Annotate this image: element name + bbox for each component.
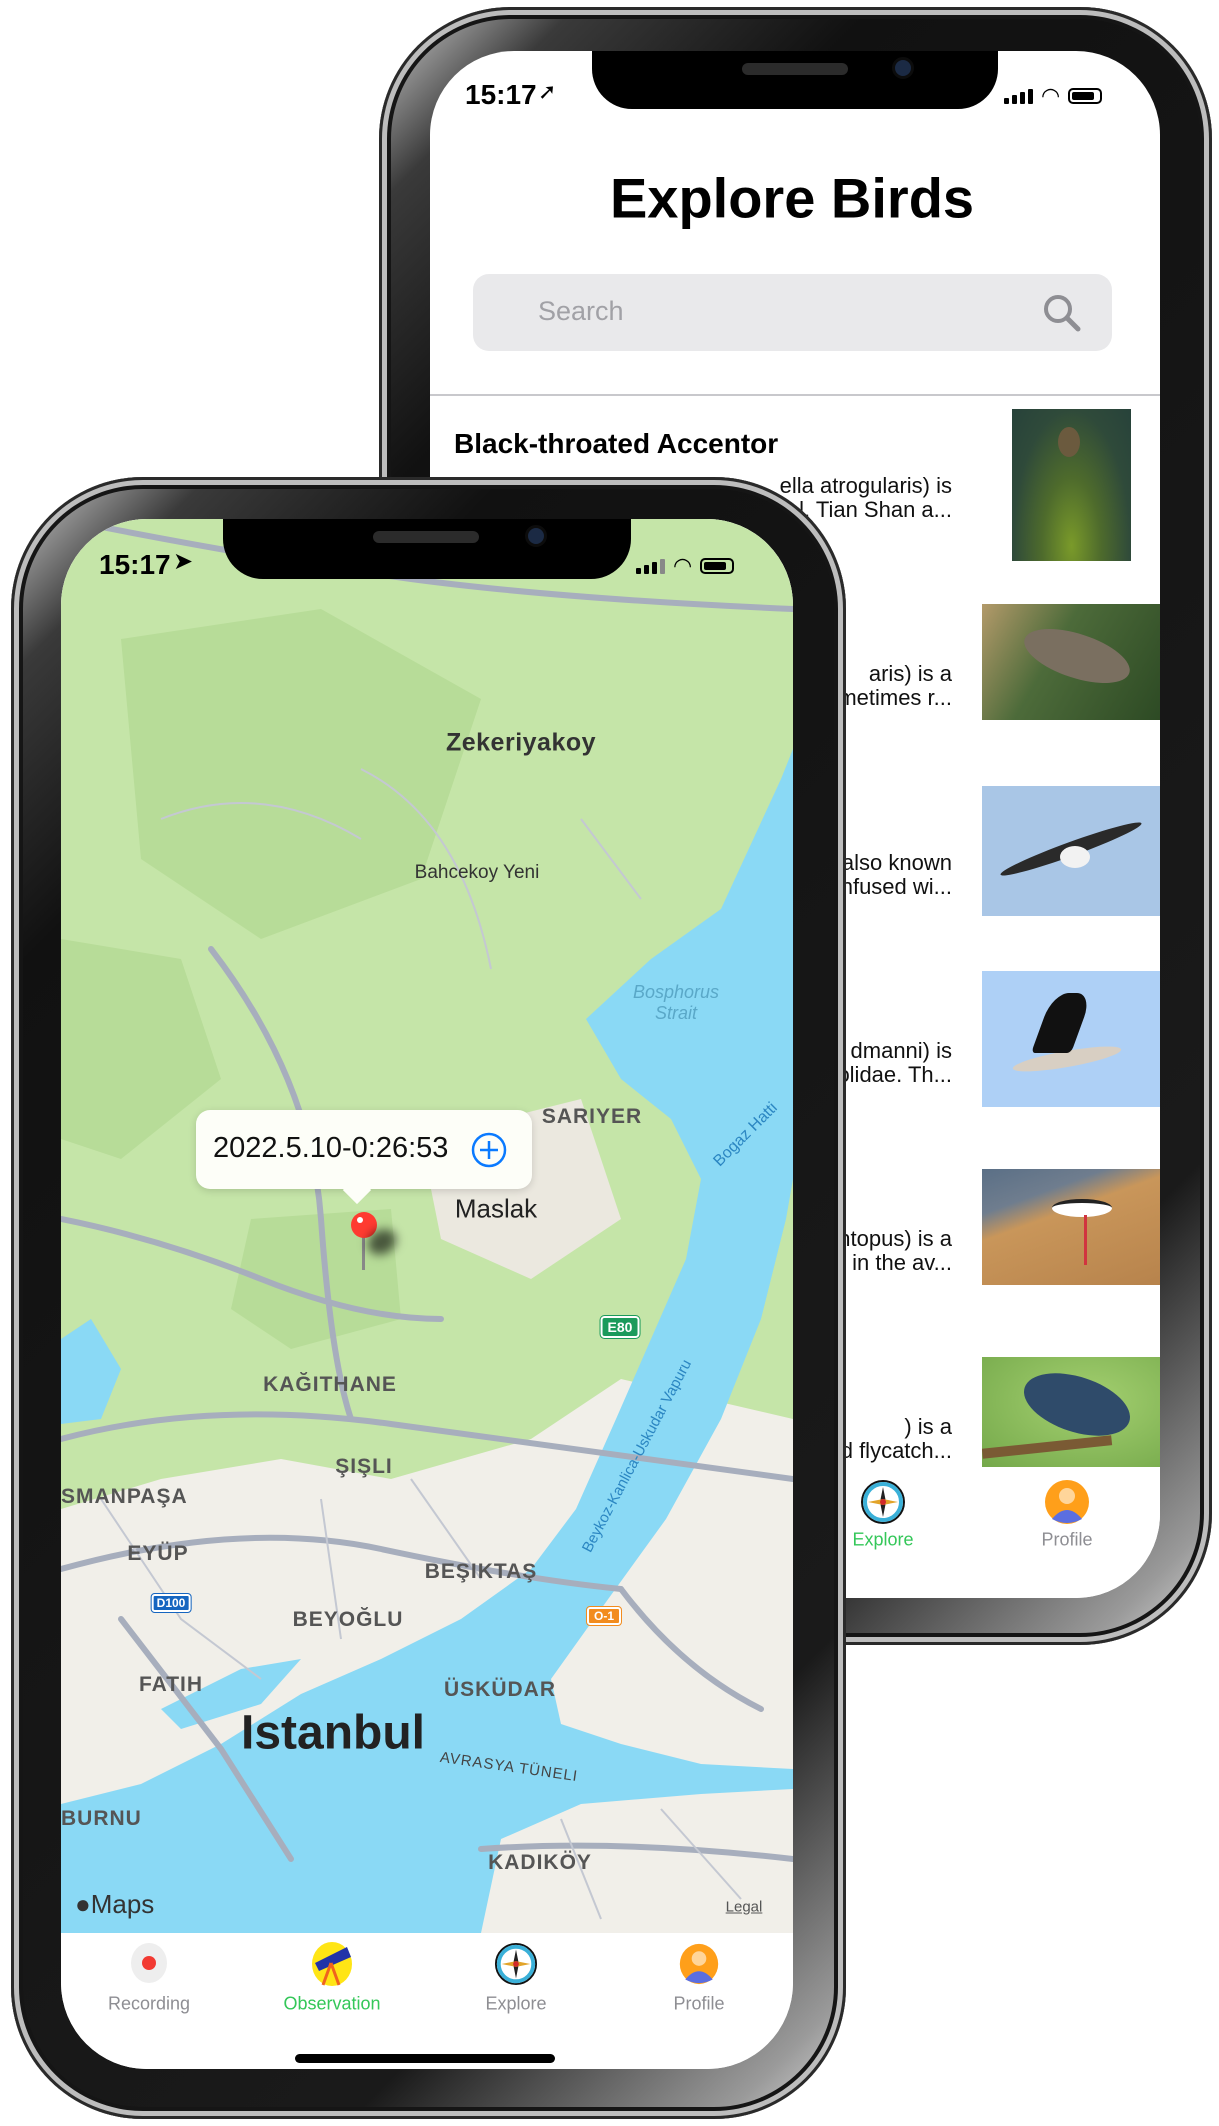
- bird-desc[interactable]: also known nfused wi...: [841, 851, 952, 899]
- tab-label: Explore: [485, 1993, 547, 2014]
- battery-icon: [700, 558, 735, 574]
- tab-label: Recording: [107, 1993, 191, 2014]
- status-icons: ◠: [636, 553, 735, 578]
- search-placeholder: Search: [538, 296, 624, 326]
- battery-icon: [1068, 88, 1103, 104]
- bird-desc-line: metimes r...: [838, 685, 952, 710]
- map-label-osmanpasa: SMANPAŞA: [61, 1485, 188, 1508]
- wifi-icon: ◠: [673, 553, 693, 578]
- map-label-bosphorus: Bosphorus Strait: [633, 982, 719, 1024]
- tab-observation[interactable]: Observation: [272, 1933, 392, 2033]
- bird-photo[interactable]: [982, 786, 1160, 916]
- signal-icon: [636, 558, 665, 574]
- telescope-icon: [312, 1942, 352, 1986]
- bird-desc-line: ntopus) is a: [838, 1226, 952, 1251]
- shield-o1: O-1: [585, 1606, 623, 1626]
- tab-label: Explore: [852, 1529, 914, 1550]
- bird-photo[interactable]: [982, 971, 1160, 1107]
- map-label-burnu: BURNU: [61, 1807, 142, 1830]
- shield-e80: E80: [599, 1315, 641, 1339]
- bird-photo[interactable]: [982, 604, 1160, 720]
- status-time: 15:17: [99, 549, 171, 580]
- profile-icon: [1045, 1480, 1089, 1524]
- map-label-uskudar: ÜSKÜDAR: [444, 1678, 556, 1701]
- tab-profile[interactable]: Profile: [1007, 1471, 1127, 1581]
- map-label-besiktas: BEŞIKTAŞ: [424, 1560, 538, 1583]
- bird-desc-line: ) is a: [904, 1414, 952, 1439]
- search-input[interactable]: Search: [473, 274, 1112, 351]
- map-label-zekeriyakoy: Zekeriyakoy: [445, 728, 597, 757]
- notch: [592, 51, 998, 109]
- tab-label: Profile: [1041, 1529, 1093, 1550]
- bird-desc-line: aris) is a: [868, 661, 952, 686]
- apple-logo-icon: ●: [75, 1889, 91, 1919]
- compass-icon: [861, 1480, 905, 1524]
- map-label-bahcekoy: Bahcekoy Yeni: [414, 862, 540, 883]
- bird-desc-line: also known: [841, 850, 952, 875]
- location-arrow-icon: ➤: [173, 548, 194, 575]
- legal-link[interactable]: Legal: [726, 1899, 763, 1916]
- map-label-sariyer: SARIYER: [541, 1105, 643, 1128]
- bird-desc-line: nfused wi...: [840, 874, 952, 899]
- divider: [430, 394, 1160, 396]
- map-label-sisli: ŞIŞLI: [335, 1455, 393, 1478]
- map-label-eyup: EYÜP: [127, 1542, 189, 1565]
- bird-desc[interactable]: ) is ad flycatch...: [841, 1415, 952, 1463]
- bird-photo[interactable]: [982, 1357, 1160, 1467]
- tab-recording[interactable]: Recording: [89, 1933, 209, 2033]
- map-label-line: Strait: [654, 1003, 697, 1023]
- bird-desc-line: r in the av...: [838, 1250, 952, 1275]
- location-arrow-icon: ➚: [538, 79, 557, 104]
- bird-photo[interactable]: [1012, 409, 1131, 561]
- tab-bar: Recording Observation Explore Profile: [61, 1933, 793, 2069]
- bird-name[interactable]: Black-throated Accentor: [454, 428, 778, 460]
- tab-label: Observation: [283, 1993, 381, 2014]
- map-label-kadikoy: KADIKÖY: [488, 1851, 592, 1874]
- maps-attribution: Maps: [90, 1889, 155, 1919]
- map-label-line: Bosphorus: [632, 982, 720, 1002]
- compass-icon: [494, 1942, 538, 1986]
- notch: [223, 519, 631, 579]
- front-phone-screen: Zekeriyakoy Bahcekoy Yeni Bosphorus Strai…: [61, 519, 793, 2069]
- bird-desc[interactable]: ntopus) is ar in the av...: [838, 1227, 952, 1275]
- callout-title: 2022.5.10-0:26:53: [213, 1132, 449, 1164]
- tab-explore[interactable]: Explore: [456, 1933, 576, 2033]
- record-icon: [131, 1943, 167, 1983]
- bird-desc[interactable]: aris) is a metimes r...: [838, 662, 952, 710]
- search-icon[interactable]: [1041, 292, 1083, 334]
- map-label-fatih: FATIH: [138, 1673, 204, 1696]
- home-indicator[interactable]: [295, 2054, 555, 2063]
- map-pin[interactable]: [351, 1212, 401, 1272]
- profile-icon: [679, 1943, 719, 1985]
- apple-maps-logo: ●Maps: [75, 1889, 154, 1920]
- map-label-beyoglu: BEYOĞLU: [292, 1608, 404, 1631]
- status-time: 15:17: [465, 79, 537, 110]
- map-view[interactable]: [61, 519, 793, 1933]
- tab-profile[interactable]: Profile: [639, 1933, 759, 2033]
- map-label-istanbul: Istanbul: [240, 1706, 426, 1760]
- tab-label: Profile: [673, 1993, 725, 2014]
- bird-desc-line: d flycatch...: [840, 1438, 952, 1463]
- page-title: Explore Birds: [609, 166, 975, 230]
- map-label-maslak: Maslak: [454, 1193, 538, 1224]
- bird-desc-line: ella atrogularis) is: [779, 473, 952, 498]
- map-label-kagithane: KAĞITHANE: [263, 1373, 397, 1396]
- map-callout[interactable]: 2022.5.10-0:26:53: [196, 1110, 532, 1205]
- bird-photo[interactable]: [982, 1169, 1160, 1285]
- wifi-icon: ◠: [1041, 83, 1061, 108]
- plus-circle-icon[interactable]: [471, 1132, 507, 1168]
- shield-d100: D100: [150, 1593, 192, 1613]
- signal-icon: [1004, 88, 1033, 104]
- status-icons: ◠: [1004, 83, 1103, 108]
